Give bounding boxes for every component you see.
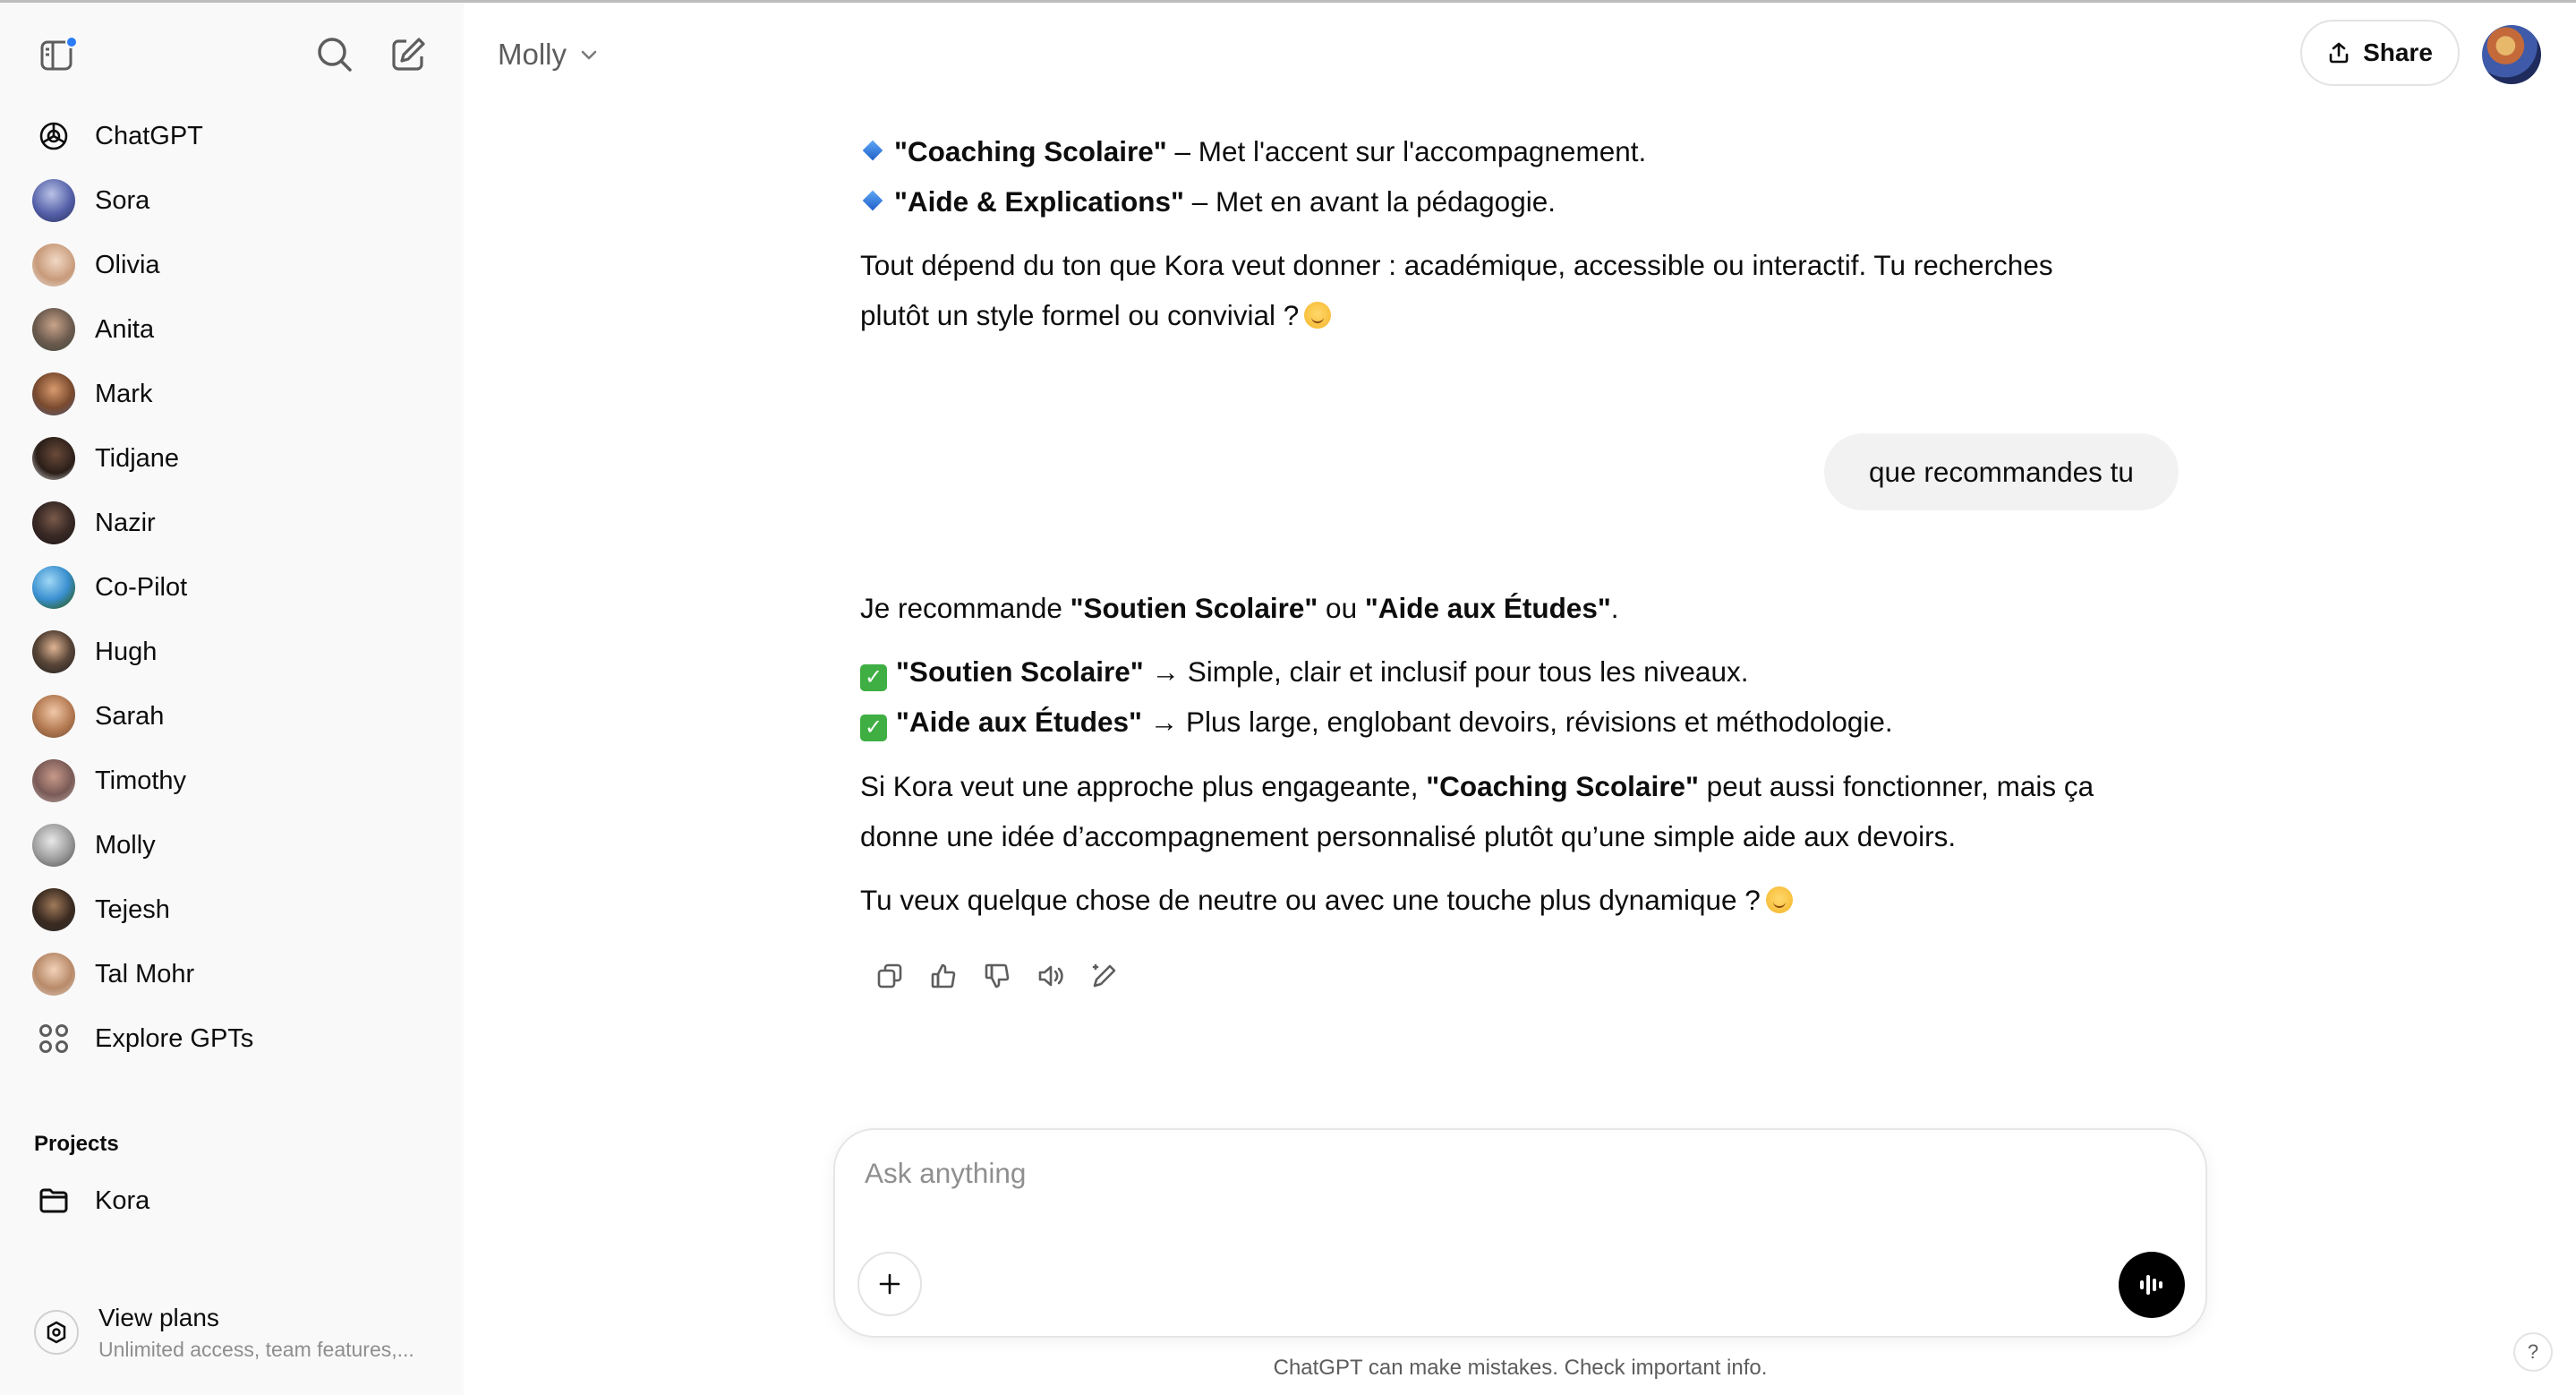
grid-icon bbox=[32, 1017, 75, 1060]
project-item-kora[interactable]: Kora bbox=[27, 1174, 439, 1228]
check-mark-icon: ✓ bbox=[860, 715, 887, 741]
assistant-paragraph: Je recommande "Soutien Scolaire" ou "Aid… bbox=[860, 592, 1619, 624]
anita-avatar bbox=[32, 308, 75, 351]
edit-icon[interactable] bbox=[1078, 958, 1131, 994]
sidebar-item-label: Anita bbox=[95, 314, 155, 344]
sidebar-item-sora[interactable]: Sora bbox=[27, 174, 439, 227]
sidebar-item-label: Sora bbox=[95, 185, 150, 215]
sidebar-item-anita[interactable]: Anita bbox=[27, 303, 439, 356]
thumbs-down-icon[interactable] bbox=[970, 958, 1024, 994]
sidebar-item-label: Hugh bbox=[95, 637, 158, 666]
view-plans-subtitle: Unlimited access, team features,... bbox=[98, 1337, 414, 1361]
sidebar-item-molly[interactable]: Molly bbox=[27, 818, 439, 872]
sidebar-item-chatgpt[interactable]: ChatGPT bbox=[27, 109, 439, 163]
assistant-paragraph: donne une idée d’accompagnement personna… bbox=[860, 820, 1957, 852]
openai-logo-icon bbox=[32, 115, 75, 158]
disclaimer-text: ChatGPT can make mistakes. Check importa… bbox=[1273, 1356, 1768, 1380]
thumbs-up-icon[interactable] bbox=[917, 958, 970, 994]
share-icon bbox=[2329, 42, 2349, 64]
help-button[interactable]: ? bbox=[2513, 1332, 2553, 1372]
sidebar-item-label: ChatGPT bbox=[95, 121, 203, 150]
model-selector[interactable]: Molly bbox=[498, 32, 599, 77]
voice-mode-button[interactable] bbox=[2119, 1252, 2185, 1318]
assistant-paragraph: Si Kora veut une approche plus engageant… bbox=[860, 770, 2094, 802]
sidebar-item-label: Nazir bbox=[95, 508, 156, 537]
sidebar-item-label: Timothy bbox=[95, 766, 187, 795]
model-label: Molly bbox=[498, 38, 567, 71]
tal-mohr-avatar bbox=[32, 953, 75, 996]
plans-badge-icon bbox=[34, 1310, 79, 1355]
attach-button[interactable] bbox=[857, 1252, 922, 1316]
assistant-bullet: ✓ "Aide aux Études" → Plus large, engloba… bbox=[860, 697, 1893, 747]
view-plans-button[interactable]: View plans Unlimited access, team featur… bbox=[27, 1292, 448, 1373]
sidebar-item-label: Tal Mohr bbox=[95, 959, 195, 988]
assistant-paragraph: Tout dépend du ton que Kora veut donner … bbox=[860, 249, 2053, 281]
chevron-down-icon bbox=[581, 50, 597, 60]
sidebar: ChatGPT Sora Olivia Anita Mark Tidjane N… bbox=[0, 3, 464, 1395]
sidebar-item-label: Explore GPTs bbox=[95, 1023, 254, 1053]
molly-avatar bbox=[32, 824, 75, 867]
composer: Ask anything bbox=[833, 1128, 2207, 1338]
assistant-bullet: ✓ "Soutien Scolaire" → Simple, clair et i… bbox=[860, 646, 1748, 697]
message-actions bbox=[863, 958, 1131, 994]
user-message-bubble: que recommandes tu bbox=[1824, 433, 2179, 510]
assistant-paragraph: plutôt un style formel ou convivial ? bbox=[860, 290, 1332, 340]
sidebar-item-nazir[interactable]: Nazir bbox=[27, 496, 439, 550]
plus-icon bbox=[879, 1273, 900, 1295]
check-mark-icon: ✓ bbox=[860, 664, 887, 691]
assistant-bullet: "Aide & Explications" – Met en avant la … bbox=[860, 176, 1556, 227]
sidebar-item-label: Sarah bbox=[95, 701, 165, 731]
globe-avatar bbox=[32, 566, 75, 609]
smiley-emoji-icon bbox=[1304, 302, 1332, 329]
nazir-avatar bbox=[32, 501, 75, 544]
sidebar-item-explore-gpts[interactable]: Explore GPTs bbox=[27, 1012, 439, 1066]
blue-diamond-icon bbox=[862, 190, 883, 211]
assistant-bullet: "Coaching Scolaire" – Met l'accent sur l… bbox=[860, 126, 1646, 176]
sidebar-item-olivia[interactable]: Olivia bbox=[27, 238, 439, 292]
sidebar-item-label: Molly bbox=[95, 830, 156, 860]
message-input[interactable]: Ask anything bbox=[865, 1157, 1026, 1190]
sidebar-item-co-pilot[interactable]: Co-Pilot bbox=[27, 561, 439, 614]
search-icon[interactable] bbox=[311, 31, 358, 78]
sora-avatar bbox=[32, 179, 75, 222]
tejesh-avatar bbox=[32, 888, 75, 931]
smiley-emoji-icon bbox=[1765, 886, 1793, 913]
sidebar-item-tejesh[interactable]: Tejesh bbox=[27, 883, 439, 937]
mark-avatar bbox=[32, 372, 75, 415]
share-label: Share bbox=[2363, 39, 2433, 66]
sidebar-item-hugh[interactable]: Hugh bbox=[27, 625, 439, 679]
sidebar-item-tidjane[interactable]: Tidjane bbox=[27, 432, 439, 485]
sidebar-item-mark[interactable]: Mark bbox=[27, 367, 439, 421]
hugh-avatar bbox=[32, 630, 75, 673]
sidebar-item-label: Olivia bbox=[95, 250, 160, 279]
olivia-avatar bbox=[32, 244, 75, 287]
sidebar-item-sarah[interactable]: Sarah bbox=[27, 689, 439, 743]
read-aloud-icon[interactable] bbox=[1024, 958, 1078, 994]
sidebar-toggle-icon[interactable] bbox=[34, 31, 81, 78]
sidebar-item-label: Tidjane bbox=[95, 443, 180, 473]
sidebar-item-tal-mohr[interactable]: Tal Mohr bbox=[27, 947, 439, 1001]
sidebar-item-label: Tejesh bbox=[95, 894, 170, 924]
new-chat-icon[interactable] bbox=[385, 31, 431, 78]
projects-heading: Projects bbox=[34, 1132, 119, 1156]
sidebar-item-timothy[interactable]: Timothy bbox=[27, 754, 439, 808]
tidjane-avatar bbox=[32, 437, 75, 480]
project-label: Kora bbox=[95, 1185, 150, 1215]
user-avatar[interactable] bbox=[2482, 25, 2541, 84]
timothy-avatar bbox=[32, 759, 75, 802]
sidebar-item-label: Co-Pilot bbox=[95, 572, 188, 602]
assistant-paragraph: Tu veux quelque chose de neutre ou avec … bbox=[860, 875, 1793, 925]
voice-waveform-icon bbox=[2140, 1275, 2162, 1295]
sidebar-item-label: Mark bbox=[95, 379, 153, 408]
share-button[interactable]: Share bbox=[2300, 20, 2460, 86]
blue-diamond-icon bbox=[862, 140, 883, 161]
view-plans-title: View plans bbox=[98, 1303, 219, 1331]
sarah-avatar bbox=[32, 695, 75, 738]
folder-icon bbox=[32, 1179, 75, 1222]
copy-icon[interactable] bbox=[863, 958, 917, 994]
